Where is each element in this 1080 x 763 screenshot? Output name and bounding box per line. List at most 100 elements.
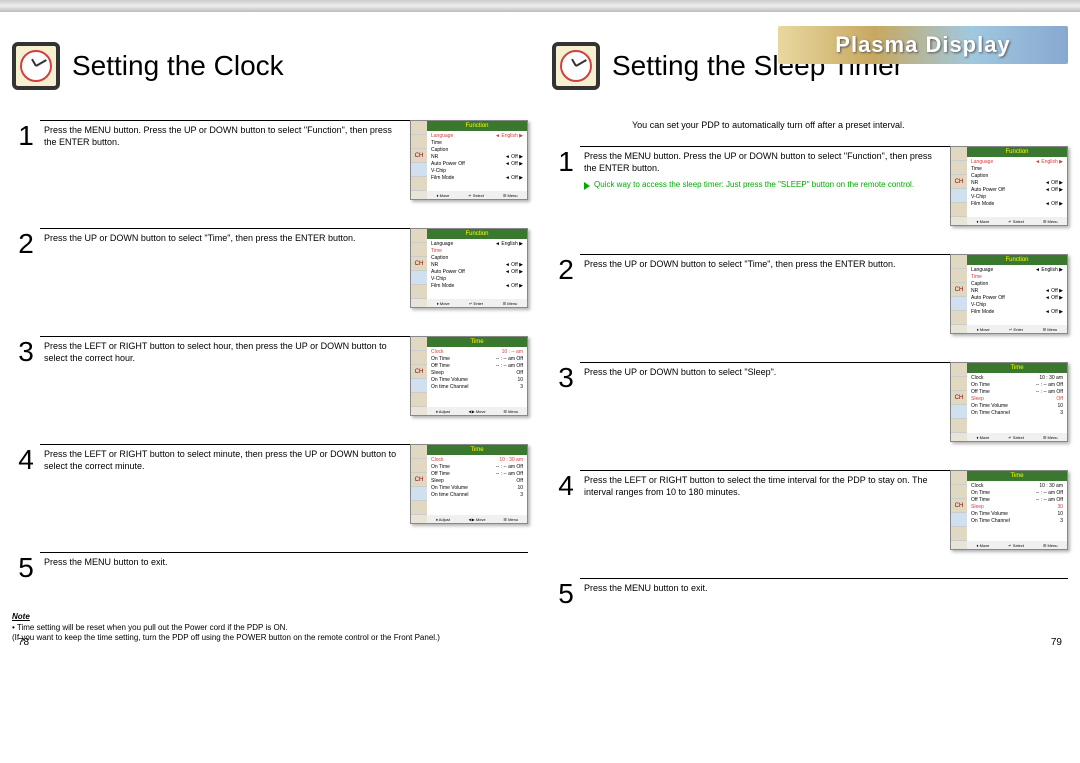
step-number: 4 [12, 444, 40, 476]
step-row: 3 Press the UP or DOWN button to select … [552, 362, 1068, 442]
menu-item: NR◄ Off ▶ [969, 180, 1065, 186]
menu-item: Caption [969, 173, 1065, 179]
step-number: 2 [552, 254, 580, 286]
menu-item: On Time Volume10 [969, 403, 1065, 409]
menu-item: V-Chip [969, 302, 1065, 308]
menu-item: On Time Channel3 [969, 410, 1065, 416]
menu-item: On Time-- : -- am Off [969, 382, 1065, 388]
menu-item: SleepOff [429, 478, 525, 484]
step-number: 4 [552, 470, 580, 502]
menu-body: Clock10 : 30 amOn Time-- : -- am OffOff … [429, 457, 525, 513]
menu-item: Clock10 : 30 am [429, 457, 525, 463]
menu-item: Caption [429, 255, 525, 261]
menu-item: Auto Power Off◄ Off ▶ [429, 269, 525, 275]
menu-title: Function [967, 147, 1067, 157]
menu-item: NR◄ Off ▶ [429, 262, 525, 268]
page-spread: Setting the Clock 1 Press the MENU butto… [0, 12, 1080, 656]
menu-item: Film Mode◄ Off ▶ [969, 201, 1065, 207]
note-body: • Time setting will be reset when you pu… [12, 623, 528, 644]
step-number: 3 [552, 362, 580, 394]
menu-footer: ♦ Move↵ Select☰ Menu [967, 217, 1067, 225]
note-title: Note [12, 612, 528, 621]
step-row: 3 Press the LEFT or RIGHT button to sele… [12, 336, 528, 416]
menu-item: Clock10 : 30 am [969, 483, 1065, 489]
menu-item: Caption [429, 147, 525, 153]
tip-arrow-icon [584, 182, 590, 190]
menu-screenshot: CH Time Clock10 : 30 amOn Time-- : -- am… [410, 444, 528, 524]
step-number: 2 [12, 228, 40, 260]
menu-body: Language◄ English ▶TimeCaptionNR◄ Off ▶A… [429, 241, 525, 297]
menu-title: Time [967, 363, 1067, 373]
menu-item: Film Mode◄ Off ▶ [429, 283, 525, 289]
clock-icon [12, 42, 60, 90]
menu-sidebar: CH [411, 445, 427, 523]
tip-text: Quick way to access the sleep timer: Jus… [594, 180, 914, 190]
step-row: 2 Press the UP or DOWN button to select … [552, 254, 1068, 334]
menu-screenshot: CH Function Language◄ English ▶TimeCapti… [950, 146, 1068, 226]
step-text: Press the MENU button. Press the UP or D… [580, 146, 950, 191]
menu-footer: ♦ Move↵ Select☰ Menu [967, 541, 1067, 549]
menu-item: Off Time-- : -- am Off [969, 389, 1065, 395]
menu-item: V-Chip [429, 276, 525, 282]
menu-item: Language◄ English ▶ [429, 133, 525, 139]
menu-title: Function [427, 121, 527, 131]
menu-sidebar: CH [411, 337, 427, 415]
menu-item: Language◄ English ▶ [969, 159, 1065, 165]
step-text: Press the MENU button. Press the UP or D… [40, 120, 410, 148]
menu-sidebar: CH [951, 147, 967, 225]
menu-item: Off Time-- : -- am Off [969, 497, 1065, 503]
section-header: Setting the Clock [12, 42, 528, 90]
step-number: 1 [12, 120, 40, 152]
menu-title: Time [967, 471, 1067, 481]
page-number: 78 [18, 637, 29, 648]
step-text: Press the UP or DOWN button to select "T… [40, 228, 410, 245]
menu-item: Auto Power Off◄ Off ▶ [969, 295, 1065, 301]
menu-item: Time [429, 140, 525, 146]
menu-title: Function [427, 229, 527, 239]
menu-sidebar: CH [411, 121, 427, 199]
menu-footer: ♦ Move↵ Enter☰ Menu [967, 325, 1067, 333]
step-row: 4 Press the LEFT or RIGHT button to sele… [12, 444, 528, 524]
step-row: 5 Press the MENU button to exit. [552, 578, 1068, 610]
menu-item: NR◄ Off ▶ [969, 288, 1065, 294]
step-row: 2 Press the UP or DOWN button to select … [12, 228, 528, 308]
step-text: Press the UP or DOWN button to select "S… [580, 362, 950, 379]
brand-text: Plasma Display [835, 32, 1010, 58]
menu-item: Sleep30 [969, 504, 1065, 510]
menu-screenshot: CH Function Language◄ English ▶TimeCapti… [950, 254, 1068, 334]
menu-item: Auto Power Off◄ Off ▶ [969, 187, 1065, 193]
step-row: 1 Press the MENU button. Press the UP or… [12, 120, 528, 200]
menu-item: Off Time-- : -- am Off [429, 471, 525, 477]
step-number: 1 [552, 146, 580, 178]
menu-screenshot: CH Time Clock10 : 30 amOn Time-- : -- am… [950, 362, 1068, 442]
menu-title: Time [427, 337, 527, 347]
page-number: 79 [1051, 637, 1062, 648]
step-text: Press the MENU button to exit. [40, 552, 528, 569]
menu-item: NR◄ Off ▶ [429, 154, 525, 160]
step-text: Press the MENU button to exit. [580, 578, 1068, 595]
menu-body: Clock10 : 30 amOn Time-- : -- am OffOff … [969, 483, 1065, 539]
menu-item: Caption [969, 281, 1065, 287]
menu-item: Language◄ English ▶ [429, 241, 525, 247]
right-page: Plasma Display Setting the Sleep Timer Y… [540, 12, 1080, 656]
menu-sidebar: CH [951, 471, 967, 549]
menu-title: Time [427, 445, 527, 455]
step-number: 3 [12, 336, 40, 368]
menu-footer: ♦ Adjust◄▶ Move☰ Menu [427, 515, 527, 523]
menu-item: On Time Volume10 [429, 377, 525, 383]
menu-body: Clock10 : -- amOn Time-- : -- am OffOff … [429, 349, 525, 405]
steps-container: 1 Press the MENU button. Press the UP or… [552, 146, 1068, 610]
menu-body: Language◄ English ▶TimeCaptionNR◄ Off ▶A… [429, 133, 525, 189]
menu-screenshot: CH Function Language◄ English ▶TimeCapti… [410, 228, 528, 308]
intro-text: You can set your PDP to automatically tu… [632, 120, 1068, 130]
menu-item: On Time Channel3 [969, 518, 1065, 524]
menu-item: SleepOff [969, 396, 1065, 402]
menu-body: Clock10 : 30 amOn Time-- : -- am OffOff … [969, 375, 1065, 431]
step-row: 5 Press the MENU button to exit. [12, 552, 528, 584]
menu-item: On Time Volume10 [429, 485, 525, 491]
menu-item: On Time Volume10 [969, 511, 1065, 517]
brand-banner: Plasma Display [778, 26, 1068, 64]
menu-footer: ♦ Move↵ Enter☰ Menu [427, 299, 527, 307]
step-number: 5 [12, 552, 40, 584]
menu-item: Film Mode◄ Off ▶ [429, 175, 525, 181]
